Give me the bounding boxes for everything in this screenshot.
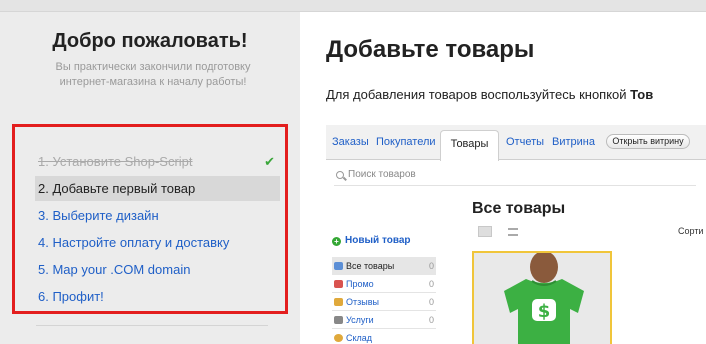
main-panel: Добавьте товары Для добавления товаров в…: [300, 12, 706, 344]
step-label: 3. Выберите дизайн: [38, 208, 159, 223]
preview-nav-bar: Заказы Покупатели Товары Отчеты Витрина …: [326, 125, 706, 161]
check-icon: ✔: [264, 154, 275, 169]
page-root: Добро пожаловать! Вы практически закончи…: [0, 0, 706, 344]
svg-text:$: $: [538, 301, 551, 322]
description-text: Для добавления товаров воспользуйтесь кн…: [326, 87, 631, 102]
step-label: 1. Установите Shop-Script: [38, 154, 193, 169]
preview-nav-count: 0: [428, 315, 434, 325]
preview-nav-label: Склад: [346, 333, 373, 343]
green-tshirt-image: $: [474, 253, 610, 344]
search-icon: [336, 171, 344, 179]
list-view-icon: [508, 228, 518, 236]
preview-product-card: $: [472, 251, 612, 344]
step-payment-shipping[interactable]: 4. Настройте оплату и доставку: [35, 230, 280, 255]
preview-tab-orders: Заказы: [332, 136, 369, 148]
sidebar-divider: [36, 325, 268, 326]
step-choose-design[interactable]: 3. Выберите дизайн: [35, 203, 280, 228]
step-label: 4. Настройте оплату и доставку: [38, 235, 230, 250]
step-label: 6. Профит!: [38, 289, 104, 304]
top-strip: [0, 0, 706, 12]
preview-search-placeholder: Поиск товаров: [348, 169, 416, 180]
main-description: Для добавления товаров воспользуйтесь кн…: [326, 87, 653, 102]
step-install: 1. Установите Shop-Script ✔: [35, 149, 280, 174]
promo-icon: [334, 280, 343, 288]
preview-sort-label: Сорти: [678, 226, 704, 236]
preview-new-product-link: + Новый товар: [332, 235, 411, 246]
preview-nav-reviews: Отзывы 0: [332, 293, 436, 311]
preview-new-product-label: Новый товар: [345, 235, 411, 246]
shop-preview-screenshot: Заказы Покупатели Товары Отчеты Витрина …: [326, 125, 706, 344]
steps-highlight-box: 1. Установите Shop-Script ✔ 2. Добавьте …: [12, 124, 288, 314]
preview-nav-services: Услуги 0: [332, 311, 436, 329]
preview-tab-storefront: Витрина: [552, 136, 595, 148]
preview-nav-label: Услуги: [346, 315, 374, 325]
preview-tab-products: Товары: [440, 130, 499, 161]
warehouse-icon: [334, 334, 343, 342]
preview-nav-count: 0: [428, 279, 434, 289]
preview-nav-count: 0: [428, 297, 434, 307]
preview-nav-warehouse: Склад: [332, 329, 436, 344]
preview-nav-count: 0: [428, 261, 434, 271]
step-label: 5. Map your .COM domain: [38, 262, 191, 277]
preview-nav-promo: Промо 0: [332, 275, 436, 293]
step-label: 2. Добавьте первый товар: [38, 181, 196, 196]
preview-nav-label: Промо: [346, 279, 374, 289]
welcome-subtitle: Вы практически закончили подготовку инте…: [55, 61, 251, 88]
preview-nav-label: Отзывы: [346, 297, 379, 307]
plus-icon: +: [332, 237, 341, 246]
preview-search-field: Поиск товаров: [334, 166, 696, 186]
stack-icon: [334, 262, 343, 270]
description-bold: Тов: [630, 87, 654, 102]
step-profit[interactable]: 6. Профит!: [35, 284, 280, 309]
page-title: Добавьте товары: [326, 36, 535, 63]
preview-nav-label: Все товары: [346, 261, 395, 271]
preview-tab-customers: Покупатели: [376, 136, 436, 148]
step-add-product[interactable]: 2. Добавьте первый товар: [35, 176, 280, 201]
preview-tab-reports: Отчеты: [506, 136, 545, 148]
preview-nav-all-products: Все товары 0: [332, 257, 436, 275]
reviews-icon: [334, 298, 343, 306]
preview-heading: Все товары: [472, 200, 566, 217]
grid-view-icon: [478, 226, 492, 237]
step-map-domain[interactable]: 5. Map your .COM domain: [35, 257, 280, 282]
welcome-title: Добро пожаловать!: [52, 30, 248, 52]
preview-open-storefront-button: Открыть витрину: [606, 134, 690, 149]
services-icon: [334, 316, 343, 324]
welcome-sidebar: Добро пожаловать! Вы практически закончи…: [0, 12, 300, 344]
